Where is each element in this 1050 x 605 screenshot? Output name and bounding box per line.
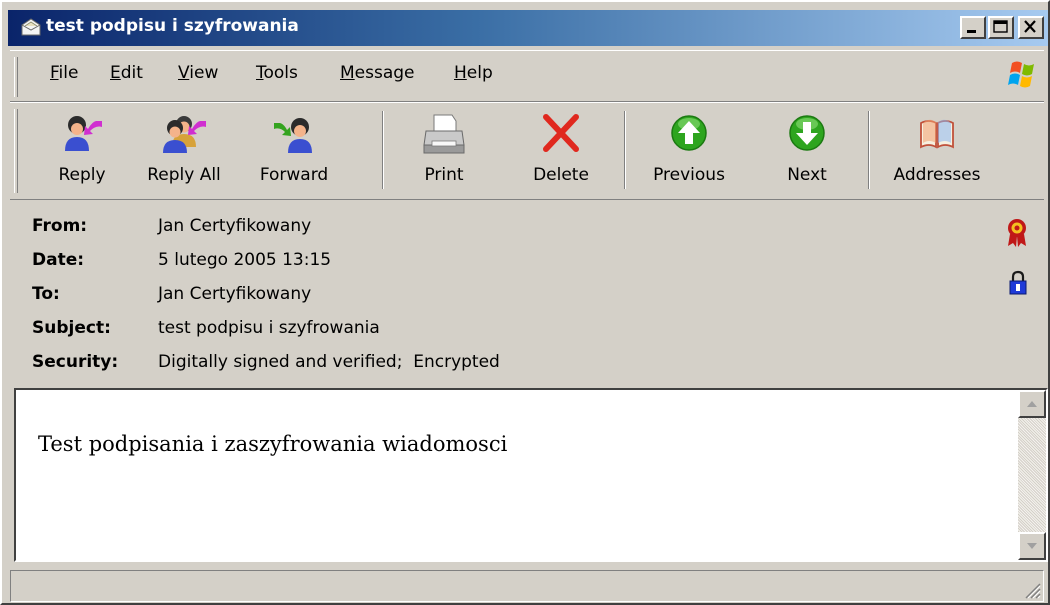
encryption-lock-icon[interactable] xyxy=(1008,270,1028,296)
toolbar-separator xyxy=(382,111,384,189)
maximize-button[interactable] xyxy=(988,16,1014,39)
scroll-down-button[interactable] xyxy=(1018,532,1046,560)
menu-edit[interactable]: Edit xyxy=(110,63,143,83)
minimize-button[interactable] xyxy=(960,16,986,39)
security-label: Security: xyxy=(32,352,119,372)
toolbar-separator xyxy=(624,111,626,189)
reply-all-label: Reply All xyxy=(147,165,221,185)
date-value: 5 lutego 2005 13:15 xyxy=(158,250,332,270)
scroll-up-arrow-icon xyxy=(1027,401,1037,407)
addresses-button[interactable]: Addresses xyxy=(882,107,992,193)
resize-grip-icon[interactable] xyxy=(1021,579,1041,599)
message-body-pane[interactable]: Test podpisania i zaszyfrowania wiadomos… xyxy=(14,388,1048,562)
menu-tools[interactable]: Tools xyxy=(256,63,298,83)
menu-bar: File Edit View Tools Message Help xyxy=(10,50,1044,102)
minimize-icon xyxy=(967,30,976,33)
previous-label: Previous xyxy=(653,165,725,185)
title-bar[interactable]: test podpisu i szyfrowania xyxy=(8,10,1048,46)
maximize-icon xyxy=(993,20,1008,33)
subject-value: test podpisu i szyfrowania xyxy=(158,318,380,338)
arrow-up-icon xyxy=(671,115,707,151)
status-bar xyxy=(10,570,1044,602)
date-label: Date: xyxy=(32,250,85,270)
from-label: From: xyxy=(32,216,88,236)
print-label: Print xyxy=(424,165,464,185)
toolbar-separator xyxy=(868,111,870,189)
to-label: To: xyxy=(32,284,60,304)
reply-icon xyxy=(65,116,102,151)
reply-all-button[interactable]: Reply All xyxy=(134,107,234,193)
menu-help[interactable]: Help xyxy=(454,63,493,83)
next-label: Next xyxy=(787,165,827,185)
window-title: test podpisu i szyfrowania xyxy=(46,16,299,36)
print-button[interactable]: Print xyxy=(402,107,486,193)
from-value: Jan Certyfikowany xyxy=(158,216,312,236)
vertical-scrollbar[interactable] xyxy=(1018,390,1046,560)
previous-button[interactable]: Previous xyxy=(642,107,736,193)
reply-label: Reply xyxy=(58,165,106,185)
scroll-down-arrow-icon xyxy=(1027,543,1037,549)
message-headers: From: Jan Certyfikowany Date: 5 lutego 2… xyxy=(2,200,1050,384)
scroll-up-button[interactable] xyxy=(1018,390,1046,418)
message-window: test podpisu i szyfrowania File Edit Vie… xyxy=(0,0,1050,605)
toolbar-grip[interactable] xyxy=(14,109,18,193)
envelope-icon xyxy=(21,18,41,36)
reply-button[interactable]: Reply xyxy=(36,107,128,193)
printer-icon xyxy=(423,114,465,154)
close-icon xyxy=(1024,20,1036,33)
menu-file[interactable]: File xyxy=(50,63,78,83)
menubar-grip[interactable] xyxy=(14,57,18,97)
close-button[interactable] xyxy=(1018,16,1044,39)
menu-view[interactable]: View xyxy=(178,63,218,83)
digital-signature-icon[interactable] xyxy=(1006,218,1028,248)
to-value: Jan Certyfikowany xyxy=(158,284,312,304)
delete-x-icon xyxy=(543,114,579,152)
forward-button[interactable]: Forward xyxy=(240,107,348,193)
message-body-text: Test podpisania i zaszyfrowania wiadomos… xyxy=(38,432,508,456)
windows-logo-icon xyxy=(1008,61,1034,88)
security-value: Digitally signed and verified; Encrypted xyxy=(158,352,500,372)
addresses-label: Addresses xyxy=(893,165,981,185)
menu-message[interactable]: Message xyxy=(340,63,415,83)
arrow-down-icon xyxy=(789,115,825,151)
delete-label: Delete xyxy=(533,165,589,185)
subject-label: Subject: xyxy=(32,318,111,338)
delete-button[interactable]: Delete xyxy=(524,107,598,193)
address-book-icon xyxy=(920,119,954,149)
toolbar: Reply Reply All Forward Print Delete Pre… xyxy=(10,102,1044,200)
reply-all-icon xyxy=(163,116,206,153)
forward-label: Forward xyxy=(259,165,329,185)
forward-icon xyxy=(274,118,312,153)
next-button[interactable]: Next xyxy=(770,107,844,193)
